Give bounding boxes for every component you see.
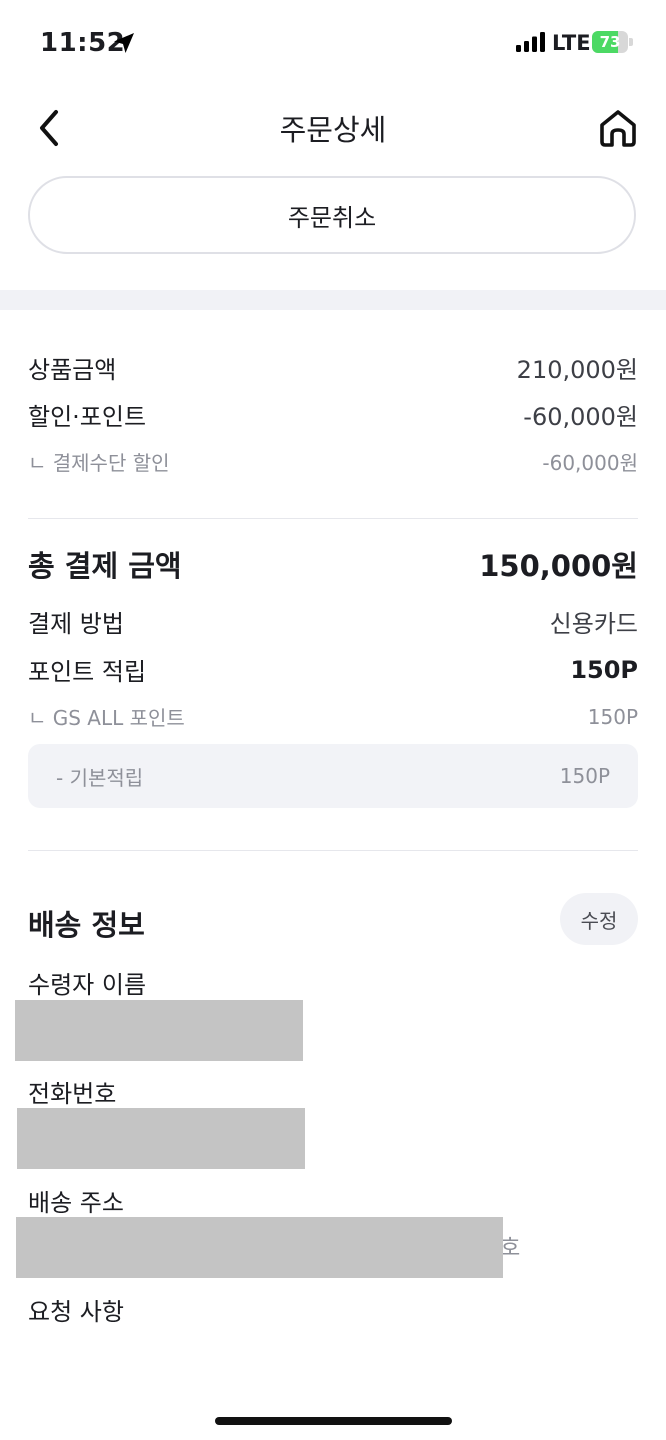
divider — [28, 850, 638, 851]
points-value: 150P — [570, 655, 638, 684]
points-label: 포인트 적립 — [28, 658, 147, 686]
recipient-redacted — [15, 1000, 303, 1061]
method-discount-value: -60,000원 — [542, 451, 638, 475]
total-value: 150,000원 — [479, 549, 638, 583]
method-discount-row: ㄴ 결제수단 할인 -60,000원 — [28, 447, 638, 476]
gs-points-label: ㄴ GS ALL 포인트 — [28, 706, 185, 730]
gs-points-row: ㄴ GS ALL 포인트 150P — [28, 702, 638, 731]
page-title: 주문상세 — [279, 113, 387, 147]
method-discount-label: ㄴ 결제수단 할인 — [28, 451, 170, 475]
delivery-section-title: 배송 정보 — [28, 908, 145, 942]
network-type: LTE — [552, 31, 591, 55]
phone-redacted — [17, 1108, 305, 1169]
divider — [28, 518, 638, 519]
payment-method-value: 신용카드 — [549, 610, 638, 638]
basic-earn-value: 150P — [559, 764, 610, 788]
gs-points-value: 150P — [587, 704, 638, 729]
discount-row: 할인·포인트 -60,000원 — [28, 397, 638, 432]
payment-method-label: 결제 방법 — [28, 610, 124, 638]
total-label: 총 결제 금액 — [28, 549, 182, 583]
home-icon[interactable] — [596, 106, 640, 150]
home-indicator[interactable] — [215, 1417, 452, 1425]
signal-icon — [516, 32, 545, 52]
section-separator — [0, 290, 666, 310]
battery-percent: 73 — [599, 33, 621, 51]
location-arrow-icon — [114, 33, 134, 53]
order-cancel-button[interactable]: 주문취소 — [28, 176, 636, 254]
address-label: 배송 주소 — [28, 1189, 124, 1217]
product-amount-label: 상품금액 — [28, 356, 117, 384]
product-amount-row: 상품금액 210,000원 — [28, 350, 638, 385]
address-visible-fragment: 호 — [500, 1236, 521, 1261]
points-row: 포인트 적립 150P — [28, 652, 638, 687]
recipient-label: 수령자 이름 — [28, 971, 147, 999]
edit-delivery-button[interactable]: 수정 — [560, 893, 638, 945]
request-label: 요청 사항 — [28, 1298, 124, 1326]
discount-label: 할인·포인트 — [28, 403, 147, 431]
discount-value: -60,000원 — [523, 403, 638, 431]
phone-label: 전화번호 — [28, 1080, 117, 1108]
product-amount-value: 210,000원 — [516, 356, 638, 384]
address-redacted — [16, 1217, 503, 1278]
basic-earn-label: - 기본적립 — [56, 765, 144, 790]
payment-method-row: 결제 방법 신용카드 — [28, 604, 638, 639]
battery-icon: 73 — [592, 31, 634, 53]
total-row: 총 결제 금액 150,000원 — [28, 543, 638, 585]
basic-earn-box: - 기본적립 150P — [28, 744, 638, 808]
